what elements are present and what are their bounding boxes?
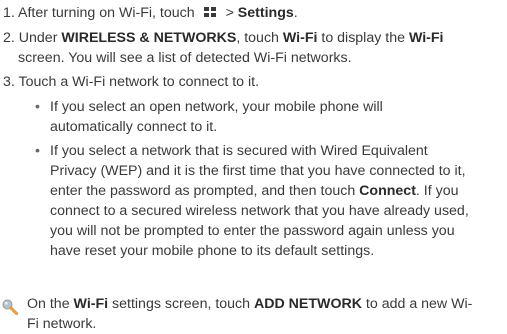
bullet-2-line-3-suffix: . If you: [415, 183, 459, 199]
tip-mid: settings screen, touch: [108, 296, 254, 312]
app-grid-icon: [203, 7, 218, 18]
step-2-line-1: 2. Under WIRELESS & NETWORKS, touch Wi-F…: [3, 28, 443, 48]
step-3: 3. Touch a Wi-Fi network to connect to i…: [3, 74, 260, 90]
bullet-marker: •: [35, 99, 40, 115]
bullet-2-line-6: have reset your mobile phone to its defa…: [50, 243, 375, 259]
bullet-marker: •: [35, 143, 40, 159]
bullet-2-line-1: If you select a network that is secured …: [50, 143, 428, 159]
tip-icon: [2, 299, 18, 315]
wireless-networks-label: WIRELESS & NETWORKS: [61, 30, 237, 46]
step-1-suffix: .: [293, 5, 298, 21]
step-2-line-2: screen. You will see a list of detected …: [18, 50, 352, 66]
bullet-1-line-2: automatically connect to it.: [50, 119, 218, 135]
bullet-1-line-1: If you select an open network, your mobi…: [50, 99, 383, 115]
step-2-mid2: to display the: [317, 30, 409, 46]
manual-page: 1. After turning on Wi-Fi, touch > Setti…: [0, 0, 507, 334]
bullet-2-line-4: connect to a secured wireless network th…: [50, 203, 469, 219]
bullet-2-line-3: enter the password as prompted, and then…: [50, 181, 459, 201]
step-1-prefix: 1. After turning on Wi-Fi, touch: [3, 5, 195, 21]
tip-line-1: On the Wi-Fi settings screen, touch ADD …: [27, 294, 472, 314]
tip-line-2: Fi network.: [27, 316, 97, 332]
menu-arrow: >: [221, 5, 238, 21]
connect-label: Connect: [359, 183, 416, 199]
add-network-label: ADD NETWORK: [254, 296, 362, 312]
step-1: 1. After turning on Wi-Fi, touch > Setti…: [3, 3, 298, 23]
bullet-2-line-5: you will not be prompted to enter the pa…: [50, 223, 455, 239]
step-2-mid: , touch: [236, 30, 283, 46]
step-2-prefix: 2. Under: [3, 30, 62, 46]
wifi-label: Wi-Fi: [282, 30, 318, 46]
tip-wifi-label: Wi-Fi: [73, 296, 109, 312]
bullet-2-line-2: Privacy (WEP) and it is the first time t…: [50, 163, 466, 179]
settings-label: Settings: [237, 5, 294, 21]
wifi-label-2: Wi-Fi: [408, 30, 444, 46]
tip-prefix: On the: [27, 296, 74, 312]
bullet-2-line-3-prefix: enter the password as prompted, and then…: [50, 183, 360, 199]
tip-suffix: to add a new Wi-: [361, 296, 473, 312]
